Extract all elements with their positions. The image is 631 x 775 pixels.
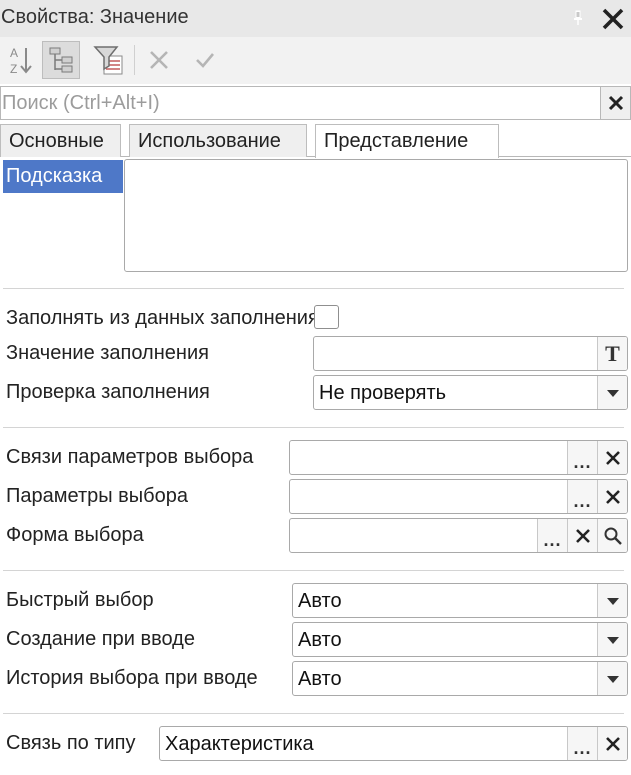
- fill-from-data-checkbox[interactable]: [314, 305, 339, 329]
- search-icon: [604, 527, 622, 545]
- choice-history-label: История выбора при вводе: [6, 667, 258, 689]
- close-icon: [608, 95, 623, 111]
- choice-history-value: Авто: [298, 668, 342, 690]
- text-type-icon: T: [605, 340, 620, 366]
- divider: [3, 570, 624, 571]
- fill-value-label: Значение заполнения: [6, 342, 209, 364]
- close-icon: [605, 736, 620, 751]
- quick-choice-select[interactable]: Авто: [292, 583, 628, 618]
- dropdown-button[interactable]: [597, 623, 627, 656]
- create-on-input-label: Создание при вводе: [6, 628, 195, 650]
- pin-icon[interactable]: [569, 8, 587, 28]
- choice-history-select[interactable]: Авто: [292, 661, 628, 696]
- quick-choice-value: Авто: [298, 590, 342, 612]
- create-on-input-value: Авто: [298, 629, 342, 651]
- close-icon: [605, 489, 620, 504]
- svg-text:A: A: [10, 46, 18, 60]
- select-button[interactable]: ...: [567, 727, 597, 760]
- choice-params-links-field[interactable]: ...: [289, 440, 628, 475]
- sidebar-item-hint[interactable]: Подсказка: [3, 160, 123, 193]
- ellipsis-icon: ...: [573, 491, 592, 511]
- select-button[interactable]: ...: [537, 519, 567, 552]
- dropdown-button[interactable]: [597, 662, 627, 695]
- open-button[interactable]: [597, 519, 627, 552]
- fill-from-data-label: Заполнять из данных заполнения: [6, 307, 314, 329]
- fill-check-label: Проверка заполнения: [6, 381, 210, 403]
- fill-value-field[interactable]: T: [313, 336, 628, 371]
- choice-params-links-label: Связи параметров выбора: [6, 446, 254, 468]
- dropdown-button[interactable]: [597, 376, 627, 409]
- text-type-button[interactable]: T: [597, 337, 627, 370]
- cancel-icon[interactable]: [140, 41, 178, 79]
- chevron-down-icon: [606, 675, 619, 683]
- chevron-down-icon: [606, 389, 619, 397]
- check-icon[interactable]: [186, 41, 224, 79]
- ellipsis-icon: ...: [573, 738, 592, 758]
- type-link-label: Связь по типу: [6, 732, 136, 754]
- ellipsis-icon: ...: [543, 530, 562, 550]
- search-clear-button[interactable]: [600, 87, 630, 119]
- tab-presentation[interactable]: Представление: [315, 124, 499, 158]
- fill-check-value: Не проверять: [319, 382, 447, 404]
- choice-form-field[interactable]: ...: [289, 518, 628, 553]
- divider: [3, 288, 624, 289]
- clear-button[interactable]: [567, 519, 597, 552]
- close-icon[interactable]: [600, 6, 626, 32]
- svg-text:Z: Z: [10, 62, 17, 76]
- clear-button[interactable]: [597, 727, 627, 760]
- tree-view-icon[interactable]: [42, 41, 80, 79]
- quick-choice-label: Быстрый выбор: [6, 589, 154, 611]
- chevron-down-icon: [606, 636, 619, 644]
- search-input[interactable]: [1, 87, 599, 119]
- chevron-down-icon: [606, 597, 619, 605]
- divider: [3, 713, 624, 714]
- tab-main[interactable]: Основные: [0, 124, 121, 157]
- window-title: Свойства: Значение: [1, 6, 189, 28]
- clear-button[interactable]: [597, 441, 627, 474]
- filter-icon[interactable]: [90, 41, 128, 79]
- tab-usage[interactable]: Использование: [129, 124, 307, 157]
- select-button[interactable]: ...: [567, 480, 597, 513]
- toolbar-separator: [134, 45, 135, 75]
- hint-textarea[interactable]: [124, 159, 628, 272]
- choice-params-field[interactable]: ...: [289, 479, 628, 514]
- toolbar: A Z: [0, 37, 631, 84]
- sort-az-icon[interactable]: A Z: [2, 41, 40, 79]
- type-link-value: Характеристика: [165, 733, 314, 755]
- close-icon: [575, 528, 590, 543]
- fill-check-select[interactable]: Не проверять: [313, 375, 628, 410]
- choice-params-label: Параметры выбора: [6, 485, 188, 507]
- type-link-field[interactable]: Характеристика ...: [159, 726, 628, 761]
- divider: [3, 427, 624, 428]
- search-box: [0, 86, 631, 120]
- select-button[interactable]: ...: [567, 441, 597, 474]
- ellipsis-icon: ...: [573, 452, 592, 472]
- close-icon: [605, 450, 620, 465]
- clear-button[interactable]: [597, 480, 627, 513]
- choice-form-label: Форма выбора: [6, 524, 144, 546]
- create-on-input-select[interactable]: Авто: [292, 622, 628, 657]
- dropdown-button[interactable]: [597, 584, 627, 617]
